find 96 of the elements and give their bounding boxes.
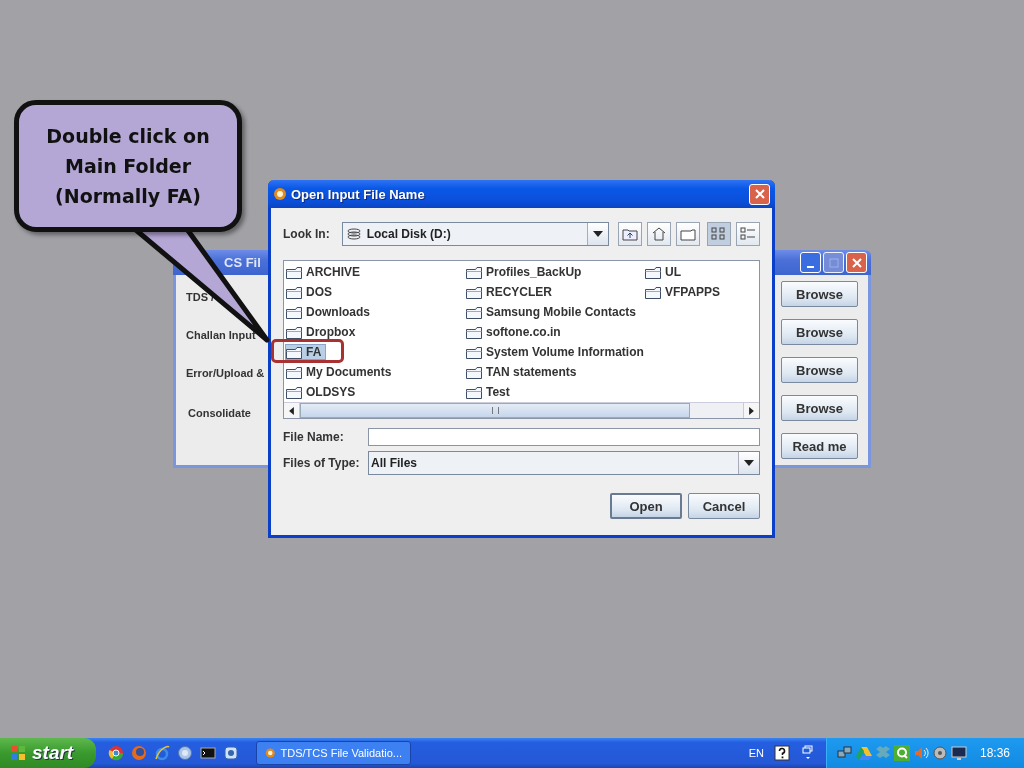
language-indicator[interactable]: EN <box>748 747 764 759</box>
folder-icon <box>466 285 482 299</box>
close-icon <box>851 257 862 268</box>
close-button[interactable] <box>749 183 770 205</box>
monitor-icon[interactable] <box>950 745 967 761</box>
details-view-icon <box>740 227 756 241</box>
minimize-button[interactable] <box>800 252 821 273</box>
field-label: Challan Input <box>186 329 256 341</box>
browse-button[interactable]: Browse <box>781 281 858 307</box>
file-name-label: File Name: <box>283 430 345 444</box>
horizontal-scrollbar[interactable] <box>284 402 759 418</box>
restore-icon[interactable] <box>801 745 814 761</box>
folder-icon <box>286 305 302 319</box>
volume-icon[interactable] <box>912 745 929 761</box>
file-type-dropdown[interactable]: All Files <box>368 451 760 475</box>
home-icon <box>651 227 667 241</box>
folder-item[interactable]: VFPAPPS <box>644 284 726 300</box>
browse-button[interactable]: Browse <box>781 395 858 421</box>
folder-icon <box>466 345 482 359</box>
close-button[interactable] <box>846 252 867 273</box>
folder-item[interactable]: UL <box>644 264 686 280</box>
folder-icon <box>286 345 302 359</box>
scroll-right-icon[interactable] <box>749 406 754 415</box>
browse-button[interactable]: Read me <box>781 433 858 459</box>
close-icon <box>754 189 765 199</box>
folder-item[interactable]: RECYCLER <box>465 284 557 300</box>
up-button[interactable] <box>618 222 642 246</box>
folder-item[interactable]: My Documents <box>285 364 397 380</box>
home-button[interactable] <box>647 222 671 246</box>
terminal-icon[interactable] <box>200 745 216 761</box>
folder-icon <box>286 325 302 339</box>
four-squares-icon <box>10 745 26 761</box>
dropdown-arrow-icon <box>744 460 754 466</box>
folder-icon <box>466 265 482 279</box>
folder-item[interactable]: Samsung Mobile Contacts <box>465 304 642 320</box>
callout-text: Double click on Main Folder (Normally FA) <box>45 124 211 209</box>
folder-icon <box>645 285 661 299</box>
folder-icon <box>466 305 482 319</box>
app-icon[interactable] <box>223 745 239 761</box>
clock: 18:36 <box>979 746 1010 760</box>
browser-icon[interactable] <box>154 745 170 761</box>
dialog-button[interactable]: Cancel <box>688 493 760 519</box>
file-type-label: Files of Type: <box>283 456 361 470</box>
folder-item[interactable]: TAN statements <box>465 364 582 380</box>
app-icon <box>265 746 276 760</box>
taskbar-button[interactable]: TDS/TCS File Validatio... <box>256 741 411 765</box>
maximize-icon <box>828 257 839 268</box>
start-button[interactable]: start <box>0 738 96 768</box>
grip-icon <box>491 407 499 414</box>
folder-icon <box>466 385 482 399</box>
triangle-icon[interactable] <box>855 745 872 761</box>
folder-icon <box>286 265 302 279</box>
field-label: Error/Upload & <box>186 367 265 379</box>
folder-icon <box>466 325 482 339</box>
details-button[interactable] <box>736 222 760 246</box>
globe-icon[interactable] <box>177 745 193 761</box>
minimize-icon <box>807 265 814 268</box>
disk-icon <box>346 228 361 240</box>
folder-item[interactable]: FA <box>285 344 327 360</box>
scroll-left-icon[interactable] <box>289 406 294 415</box>
network-icon[interactable] <box>836 745 853 761</box>
folder-icon <box>645 265 661 279</box>
field-label: Consolidate <box>188 407 251 419</box>
folder-item[interactable]: softone.co.in <box>465 324 566 340</box>
folder-item[interactable]: ARCHIVE <box>285 264 365 280</box>
folder-item[interactable]: Profiles_BackUp <box>465 264 587 280</box>
look-in-dropdown[interactable]: Local Disk (D:) <box>341 222 609 246</box>
app-icon <box>273 187 287 201</box>
folder-icon <box>466 365 482 379</box>
maximize-button[interactable] <box>823 252 844 273</box>
file-name-field[interactable] <box>368 428 760 446</box>
folder-item[interactable]: OLDSYS <box>285 384 361 400</box>
browse-button[interactable]: Browse <box>781 357 858 383</box>
dialog-button[interactable]: Open <box>610 493 682 519</box>
folder-icon <box>286 285 302 299</box>
browse-button[interactable]: Browse <box>781 319 858 345</box>
q-icon[interactable] <box>893 745 910 761</box>
scrollbar-thumb[interactable] <box>300 403 690 418</box>
folder-item[interactable]: DOS <box>285 284 337 300</box>
folder-item[interactable]: Test <box>465 384 515 400</box>
folder-item[interactable]: System Volume Information <box>465 344 649 360</box>
window-title: CS Fil <box>224 255 261 270</box>
folder-icon <box>286 385 302 399</box>
folder-item[interactable]: Dropbox <box>285 324 361 340</box>
look-in-label: Look In: <box>283 227 330 241</box>
dropdown-arrow-icon <box>593 231 603 237</box>
window-title: Open Input File Name <box>291 186 425 202</box>
list-button[interactable] <box>707 222 731 246</box>
new-folder-button[interactable] <box>676 222 700 246</box>
browser-icon[interactable] <box>108 745 124 761</box>
folder-item[interactable]: Downloads <box>285 304 375 320</box>
folder-up-icon <box>622 227 638 241</box>
help-icon[interactable] <box>773 745 790 761</box>
list-view-icon <box>711 227 727 241</box>
folder-icon <box>286 365 302 379</box>
folder-icon <box>680 227 696 241</box>
